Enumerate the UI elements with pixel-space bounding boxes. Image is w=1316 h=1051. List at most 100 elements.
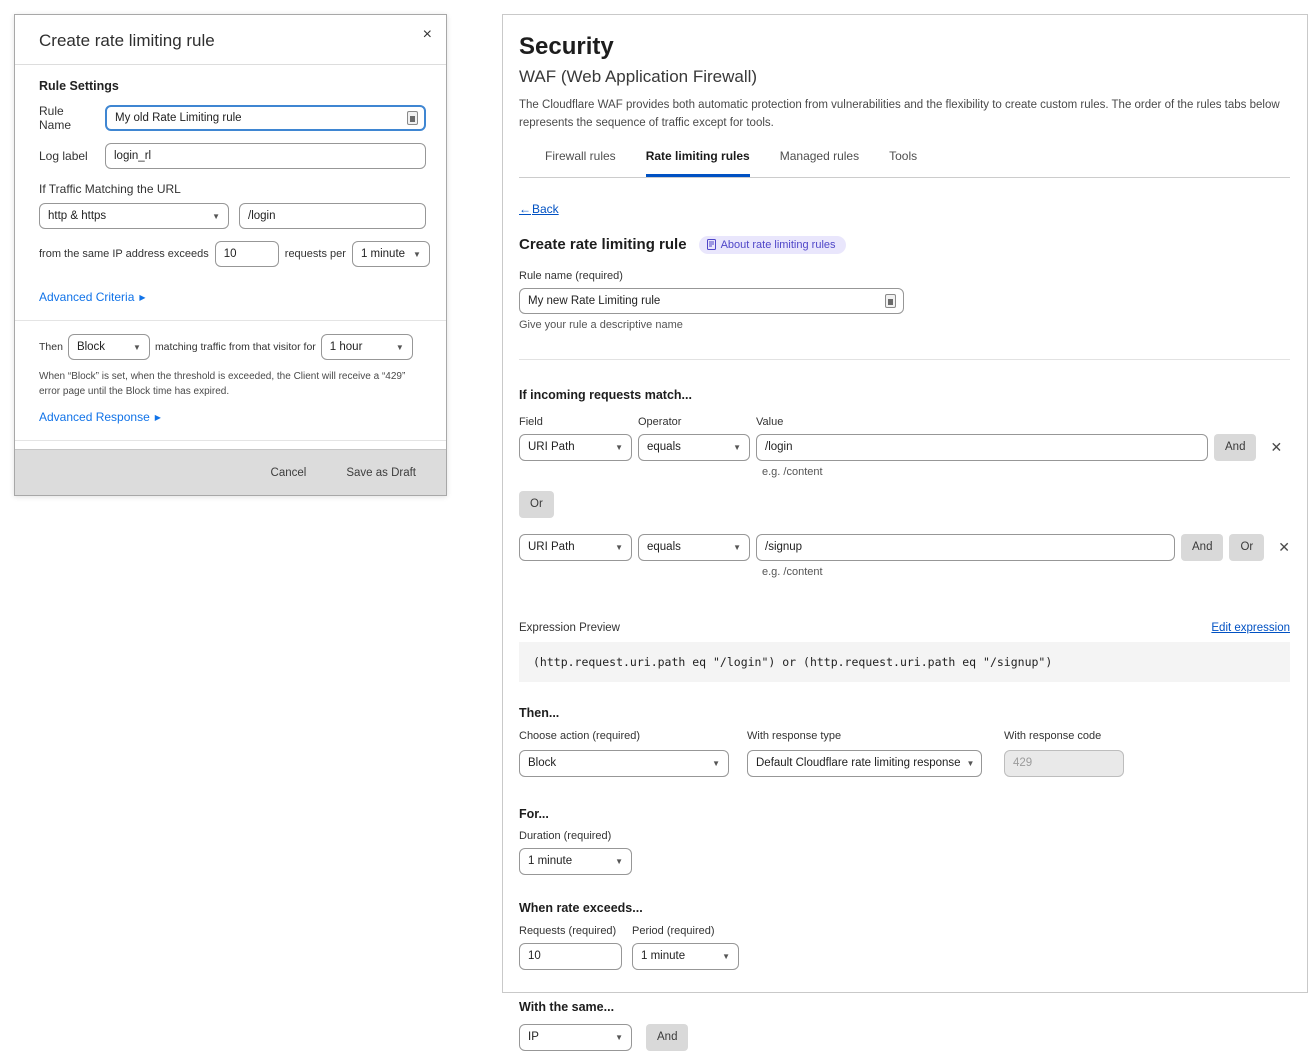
- for-section-heading: For...: [519, 807, 1290, 821]
- value-helper: e.g. /content: [762, 566, 1290, 578]
- response-type-select[interactable]: Default Cloudflare rate limiting respons…: [747, 750, 982, 777]
- chevron-down-icon: ▼: [413, 250, 421, 259]
- value-input[interactable]: [756, 434, 1208, 461]
- condition-column-labels: Field Operator Value: [519, 416, 1290, 428]
- tab-rate-limiting-rules[interactable]: Rate limiting rules: [646, 149, 750, 177]
- and-button[interactable]: And: [1181, 534, 1223, 561]
- log-label-input[interactable]: [105, 143, 426, 169]
- field-select[interactable]: URI Path ▼: [519, 434, 632, 461]
- requests-input[interactable]: [519, 943, 622, 970]
- action-select[interactable]: Block ▼: [68, 334, 150, 360]
- duration-select[interactable]: 1 minute ▼: [519, 848, 632, 875]
- back-link[interactable]: ← Back: [519, 202, 559, 216]
- response-type-label: With response type: [747, 730, 982, 742]
- about-rate-limiting-badge[interactable]: About rate limiting rules: [699, 236, 846, 254]
- dialog-body: Rule Settings Rule Name Log label If Tra…: [15, 65, 446, 449]
- or-button[interactable]: Or: [519, 491, 554, 518]
- remove-condition-icon[interactable]: ✕: [1270, 440, 1282, 454]
- choose-action-column: Choose action (required) Block ▼: [519, 730, 729, 777]
- rule-name-input[interactable]: [105, 105, 426, 131]
- or-button[interactable]: Or: [1229, 534, 1264, 561]
- autofill-icon[interactable]: [407, 111, 418, 125]
- expand-arrow-icon: ▶: [139, 293, 145, 302]
- value-column-label: Value: [756, 416, 783, 428]
- value-input[interactable]: [756, 534, 1175, 561]
- waf-tabs: Firewall rules Rate limiting rules Manag…: [519, 149, 1290, 178]
- expression-preview-label: Expression Preview: [519, 622, 620, 634]
- advanced-criteria-link[interactable]: Advanced Criteria ▶: [39, 290, 146, 304]
- traffic-match-label: If Traffic Matching the URL: [39, 182, 426, 196]
- dialog-header: Create rate limiting rule ×: [15, 15, 446, 65]
- response-code-column: With response code: [1004, 730, 1124, 777]
- response-code-label: With response code: [1004, 730, 1124, 742]
- expression-code: (http.request.uri.path eq "/login") or (…: [519, 642, 1290, 682]
- and-button[interactable]: And: [646, 1024, 688, 1051]
- url-row: http & https ▼: [39, 203, 426, 229]
- then-row: Then Block ▼ matching traffic from that …: [39, 334, 426, 360]
- ban-duration-select[interactable]: 1 hour ▼: [321, 334, 413, 360]
- period-select[interactable]: 1 minute ▼: [352, 241, 430, 267]
- chevron-down-icon: ▼: [212, 212, 220, 221]
- edit-expression-link[interactable]: Edit expression: [1211, 622, 1290, 634]
- form-title: Create rate limiting rule: [519, 236, 687, 253]
- page-title: Security: [519, 33, 1290, 61]
- characteristic-select[interactable]: IP ▼: [519, 1024, 632, 1051]
- value-helper: e.g. /content: [762, 466, 1290, 478]
- same-section-heading: With the same...: [519, 1000, 1290, 1014]
- doc-icon: [707, 239, 716, 250]
- block-note-text: When “Block” is set, when the threshold …: [39, 369, 426, 399]
- chevron-down-icon: ▼: [615, 1033, 623, 1042]
- back-arrow-icon: ←: [519, 202, 531, 216]
- chevron-down-icon: ▼: [615, 543, 623, 552]
- tab-managed-rules[interactable]: Managed rules: [780, 149, 859, 177]
- field-column-label: Field: [519, 416, 632, 428]
- period-select[interactable]: 1 minute ▼: [632, 943, 739, 970]
- autofill-icon[interactable]: [885, 294, 896, 308]
- rule-settings-heading: Rule Settings: [39, 79, 426, 93]
- rule-name-label: Rule name (required): [519, 270, 1290, 282]
- create-rate-limit-dialog: Create rate limiting rule × Rule Setting…: [14, 14, 447, 496]
- and-button[interactable]: And: [1214, 434, 1256, 461]
- choose-action-select[interactable]: Block ▼: [519, 750, 729, 777]
- url-input[interactable]: [239, 203, 426, 229]
- page-description: The Cloudflare WAF provides both automat…: [519, 97, 1290, 133]
- close-icon[interactable]: ×: [423, 26, 432, 44]
- threshold-prefix-text: from the same IP address exceeds: [39, 248, 209, 260]
- threshold-middle-text: requests per: [285, 248, 346, 260]
- requests-input[interactable]: [215, 241, 279, 267]
- chevron-down-icon: ▼: [722, 952, 730, 961]
- field-select[interactable]: URI Path ▼: [519, 534, 632, 561]
- rule-name-label: Rule Name: [39, 104, 99, 132]
- period-label: Period (required): [632, 925, 715, 937]
- rule-name-input[interactable]: [519, 288, 904, 314]
- threshold-row: from the same IP address exceeds request…: [39, 241, 426, 267]
- remove-condition-icon[interactable]: ✕: [1278, 540, 1290, 554]
- chevron-down-icon: ▼: [967, 759, 975, 768]
- cancel-button[interactable]: Cancel: [271, 467, 307, 479]
- divider: [15, 320, 446, 321]
- chevron-down-icon: ▼: [712, 759, 720, 768]
- tab-tools[interactable]: Tools: [889, 149, 917, 177]
- chevron-down-icon: ▼: [615, 857, 623, 866]
- then-section-heading: Then...: [519, 706, 1290, 720]
- operator-select[interactable]: equals ▼: [638, 534, 750, 561]
- chevron-down-icon: ▼: [733, 443, 741, 452]
- tab-firewall-rules[interactable]: Firewall rules: [545, 149, 616, 177]
- dialog-title: Create rate limiting rule: [39, 31, 215, 50]
- divider: [519, 359, 1290, 360]
- operator-select[interactable]: equals ▼: [638, 434, 750, 461]
- requests-label: Requests (required): [519, 925, 632, 937]
- rule-name-row: Rule Name: [39, 104, 426, 132]
- scheme-select[interactable]: http & https ▼: [39, 203, 229, 229]
- response-type-column: With response type Default Cloudflare ra…: [741, 730, 982, 777]
- chevron-down-icon: ▼: [733, 543, 741, 552]
- condition-row: URI Path ▼ equals ▼ And ✕: [519, 434, 1290, 461]
- condition-row: URI Path ▼ equals ▼ And Or ✕: [519, 534, 1290, 561]
- operator-column-label: Operator: [638, 416, 750, 428]
- page-subtitle: WAF (Web Application Firewall): [519, 67, 1290, 87]
- match-section-heading: If incoming requests match...: [519, 388, 1290, 402]
- chevron-down-icon: ▼: [396, 343, 404, 352]
- chevron-down-icon: ▼: [615, 443, 623, 452]
- advanced-response-link[interactable]: Advanced Response ▶: [39, 410, 161, 424]
- save-as-draft-button[interactable]: Save as Draft: [346, 467, 416, 479]
